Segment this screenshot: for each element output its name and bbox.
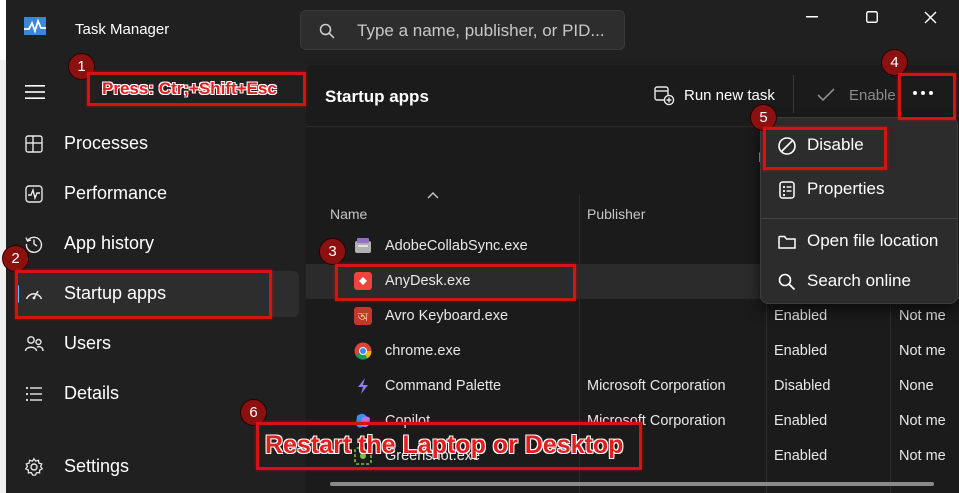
menu-item-open-file-location[interactable]: Open file location [767,223,953,259]
highlight-more-options [898,73,956,120]
properties-icon [779,181,795,199]
row-name: AdobeCollabSync.exe [385,238,528,254]
search-icon [319,23,335,39]
menu-item-properties[interactable]: Properties [767,171,953,207]
menu-divider [761,218,957,219]
command-palette-icon [358,378,368,394]
details-list-icon [25,386,42,402]
sort-ascending-icon[interactable] [427,191,439,199]
enable-label: Enable [849,86,896,104]
row-impact: Not me [899,413,946,429]
sidebar-item-label: Performance [64,183,168,203]
table-row[interactable]: অ Avro Keyboard.exe Enabled Not me [306,299,959,334]
window-title: Task Manager [75,21,170,38]
processes-icon [25,135,43,153]
close-button[interactable] [910,5,950,29]
row-name: chrome.exe [385,343,461,359]
gear-icon [24,457,44,476]
note-shortcut: Press: Ctr;+Shift+Esc [102,79,277,98]
row-impact: Not me [899,343,946,359]
row-publisher: Microsoft Corporation [587,378,726,394]
sidebar-item-performance[interactable]: Performance [16,171,299,217]
chrome-icon [354,342,372,360]
sidebar-item-processes[interactable]: Processes [16,121,299,167]
run-new-task-icon [654,86,675,106]
row-impact: Not me [899,308,946,324]
enable-button[interactable]: Enable [816,79,896,111]
sidebar-item-label: Users [64,333,112,353]
highlight-startup-apps [15,270,272,319]
highlight-disable-item [763,127,887,170]
minimize-icon [806,16,818,18]
run-new-task-label: Run new task [684,86,775,104]
menu-item-search-online[interactable]: Search online [767,263,953,299]
checkmark-icon [817,88,835,102]
sidebar-item-label: Processes [64,133,149,153]
menu-item-label: Open file location [807,231,939,250]
search-box[interactable] [300,10,625,50]
search-icon [778,273,796,291]
note-restart: Restart the Laptop or Desktop [265,431,624,459]
close-icon [924,11,936,23]
sidebar-item-label: App history [64,233,155,253]
highlight-anydesk-row [335,264,576,301]
sidebar-item-users[interactable]: Users [16,321,299,367]
table-row[interactable]: Command Palette Microsoft Corporation Di… [306,369,959,404]
row-status: Enabled [774,343,828,359]
column-header-name[interactable]: Name [330,206,367,222]
menu-item-label: Search online [807,271,911,290]
sidebar-item-label: Details [64,383,120,403]
menu-item-label: Properties [807,179,885,198]
title-bar: Task Manager [6,0,959,60]
sidebar-item-app-history[interactable]: App history [16,221,299,267]
row-name: Avro Keyboard.exe [385,308,509,324]
row-status: Enabled [774,413,828,429]
users-icon [24,336,44,352]
maximize-icon [866,11,878,23]
avro-keyboard-icon: অ [354,307,372,325]
minimize-button[interactable] [792,5,832,29]
performance-icon [25,185,43,203]
adobe-app-icon [355,238,371,253]
row-status: Enabled [774,308,828,324]
maximize-button[interactable] [852,5,892,29]
row-name: Command Palette [385,378,502,394]
toolbar-divider [793,75,794,113]
step-badge-2: 2 [2,245,29,272]
folder-icon [778,235,796,249]
row-status: Disabled [774,378,831,394]
settings-label: Settings [64,456,130,476]
svg-text:অ: অ [357,310,369,324]
column-header-publisher[interactable]: Publisher [587,206,645,222]
row-status: Enabled [774,448,828,464]
task-manager-app-icon [24,17,46,35]
step-badge-4: 4 [881,49,908,76]
step-badge-3: 3 [319,238,346,265]
row-impact: Not me [899,448,946,464]
horizontal-scrollbar[interactable] [330,482,934,486]
row-impact: None [899,378,934,394]
table-row[interactable]: chrome.exe Enabled Not me [306,334,959,369]
hamburger-menu-icon[interactable] [24,83,46,101]
search-input[interactable] [357,19,617,43]
page-title: Startup apps [325,87,429,106]
